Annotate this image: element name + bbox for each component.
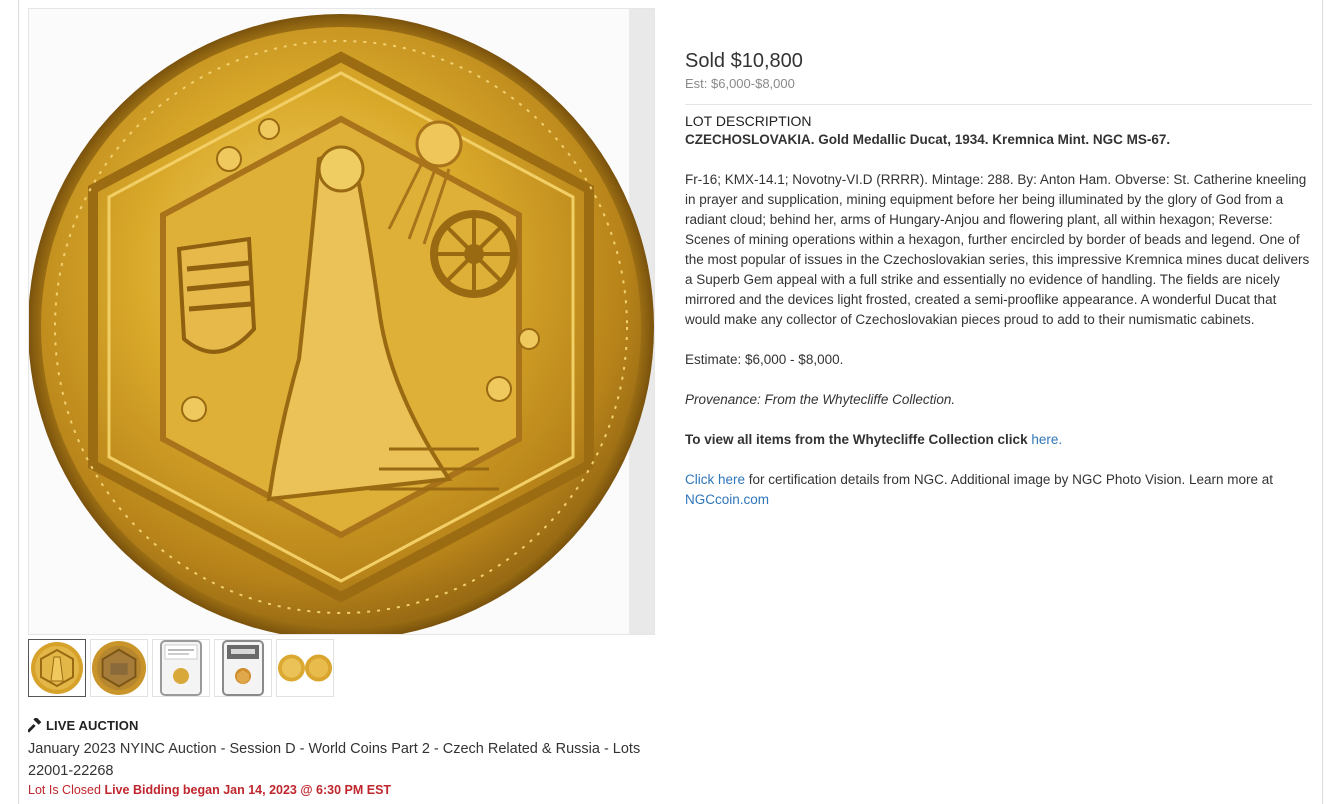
lot-provenance: Provenance: From the Whytecliffe Collect… bbox=[685, 392, 956, 407]
ngc-slab-front-icon bbox=[160, 640, 202, 696]
main-lot-image[interactable] bbox=[28, 8, 655, 635]
lot-description-label: LOT DESCRIPTION bbox=[685, 113, 812, 129]
ngc-slab-back-icon bbox=[222, 640, 264, 696]
thumb-reverse[interactable] bbox=[90, 639, 148, 697]
ngc-coin-link[interactable]: NGCcoin.com bbox=[685, 492, 769, 507]
coin-obverse-image bbox=[29, 9, 654, 634]
collection-link[interactable]: here. bbox=[1031, 432, 1062, 447]
estimate-range: Est: $6,000-$8,000 bbox=[685, 76, 795, 91]
divider bbox=[685, 104, 1312, 105]
coin-obverse-thumb-icon bbox=[30, 641, 84, 695]
thumb-obverse[interactable] bbox=[28, 639, 86, 697]
coin-reverse-thumb-icon bbox=[91, 640, 147, 696]
page-border-right bbox=[1322, 0, 1323, 804]
lot-headline: CZECHOSLOVAKIA. Gold Medallic Ducat, 193… bbox=[685, 132, 1171, 147]
live-bidding-text: Live Bidding began Jan 14, 2023 @ 6:30 P… bbox=[104, 783, 392, 797]
lot-estimate: Estimate: $6,000 - $8,000. bbox=[685, 352, 844, 367]
lot-closed-text: Lot Is Closed bbox=[28, 783, 101, 797]
auction-session-title[interactable]: January 2023 NYINC Auction - Session D -… bbox=[28, 738, 668, 782]
certification-link[interactable]: Click here bbox=[685, 472, 745, 487]
thumbnail-strip bbox=[28, 639, 334, 697]
sold-price: Sold $10,800 bbox=[685, 50, 803, 72]
coin-both-sides-thumb-icon bbox=[277, 648, 333, 688]
lot-description-body: Fr-16; KMX-14.1; Novotny-VI.D (RRRR). Mi… bbox=[685, 172, 1310, 327]
page-border-left bbox=[18, 0, 19, 804]
live-auction-text: LIVE AUCTION bbox=[46, 718, 139, 733]
gavel-icon bbox=[28, 718, 42, 733]
thumb-slab-back[interactable] bbox=[214, 639, 272, 697]
certification-line: Click here for certification details fro… bbox=[685, 470, 1312, 510]
thumb-slab-front[interactable] bbox=[152, 639, 210, 697]
lot-details: Sold $10,800 Est: $6,000-$8,000 LOT DESC… bbox=[685, 48, 1312, 510]
certification-text: for certification details from NGC. Addi… bbox=[745, 472, 1274, 487]
live-auction-label: LIVE AUCTION bbox=[28, 718, 138, 733]
collection-text: To view all items from the Whytecliffe C… bbox=[685, 432, 1032, 447]
collection-line: To view all items from the Whytecliffe C… bbox=[685, 430, 1312, 450]
thumb-both-sides[interactable] bbox=[276, 639, 334, 697]
lot-status: Lot Is Closed Live Bidding began Jan 14,… bbox=[28, 783, 391, 797]
